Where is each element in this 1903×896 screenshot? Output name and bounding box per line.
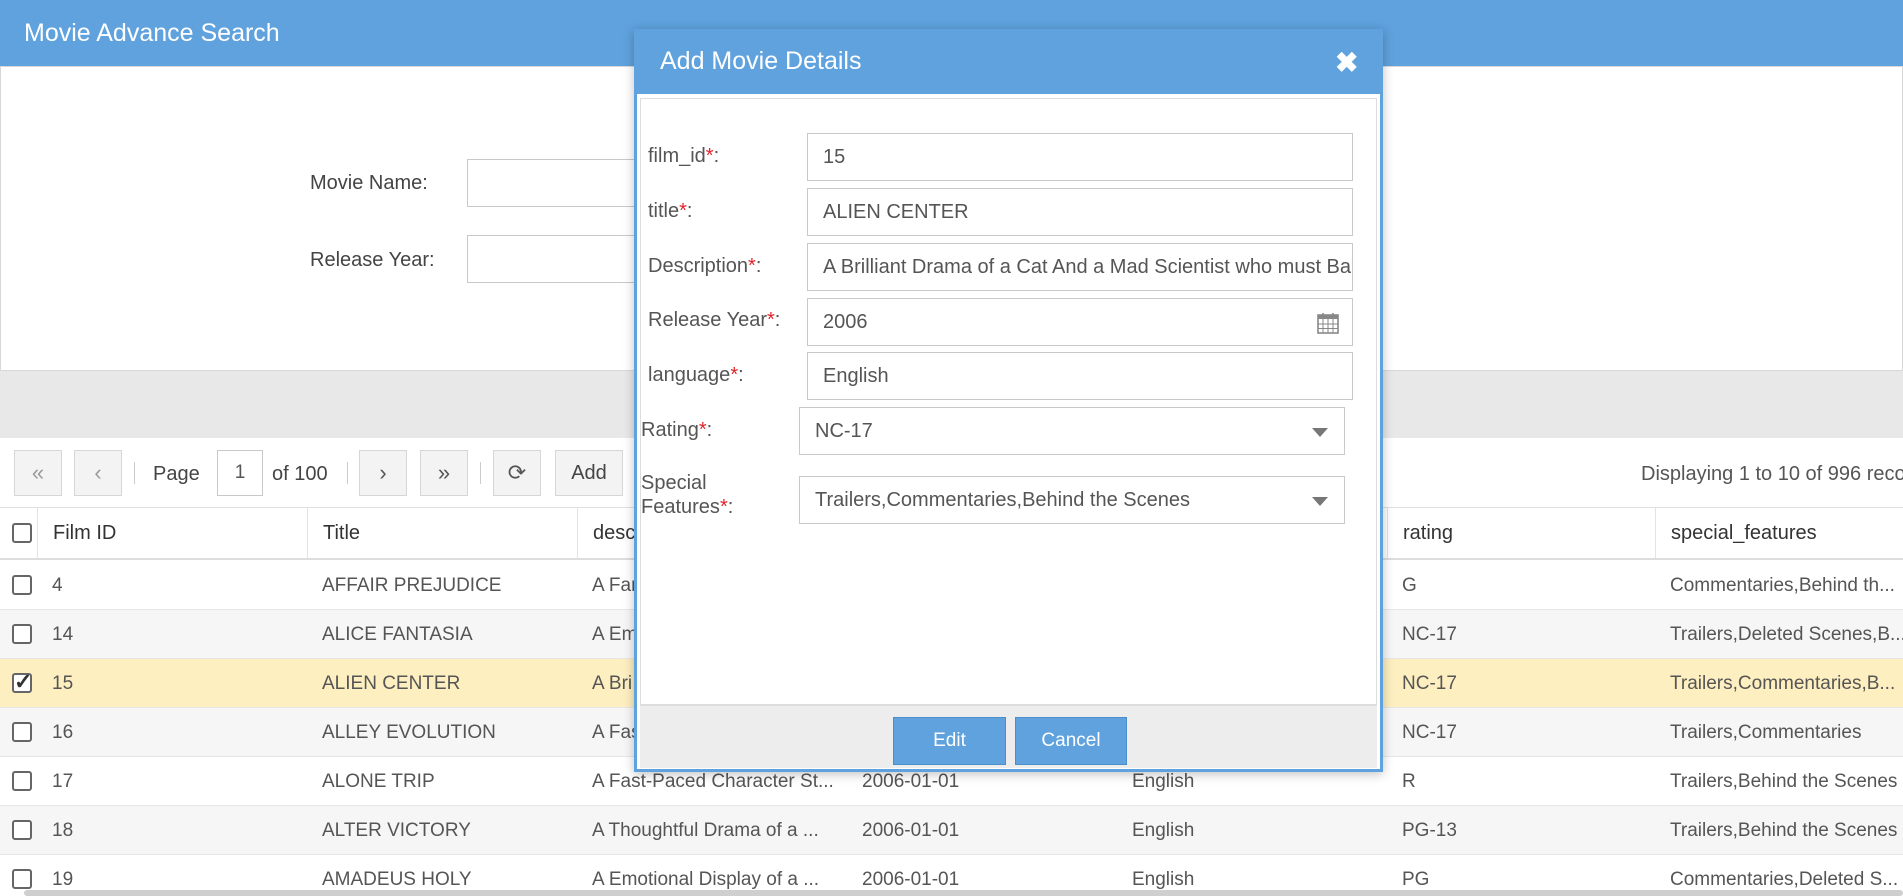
select-all-checkbox[interactable] bbox=[12, 523, 32, 543]
cell-description: A Thoughtful Drama of a ... bbox=[592, 819, 819, 841]
film-id-label: film_id*: bbox=[648, 145, 720, 167]
cell-film-id: 4 bbox=[52, 574, 63, 596]
cell-rating: NC-17 bbox=[1402, 672, 1457, 694]
cell-language: English bbox=[1132, 819, 1195, 841]
dialog-title: Add Movie Details bbox=[660, 47, 862, 75]
cell-title: ALLEY EVOLUTION bbox=[322, 721, 496, 743]
description-input[interactable]: A Brilliant Drama of a Cat And a Mad Sci… bbox=[807, 243, 1353, 291]
prev-page-button[interactable]: ‹ bbox=[74, 450, 122, 496]
page-number-input[interactable] bbox=[217, 450, 263, 496]
app-title: Movie Advance Search bbox=[24, 19, 280, 47]
cell-special-features: Commentaries,Behind th... bbox=[1670, 574, 1895, 596]
display-count: Displaying 1 to 10 of 996 reco bbox=[1641, 463, 1903, 485]
cell-rating: R bbox=[1402, 770, 1416, 792]
release-year-label: Release Year: bbox=[310, 249, 435, 271]
rating-label: Rating*: bbox=[641, 419, 713, 441]
dialog-footer: Edit Cancel bbox=[640, 705, 1377, 768]
cell-special-features: Trailers,Behind the Scenes bbox=[1670, 770, 1898, 792]
cell-film-id: 18 bbox=[52, 819, 74, 841]
toolbar-separator bbox=[134, 462, 135, 484]
movie-name-label: Movie Name: bbox=[310, 172, 428, 194]
column-header-rating[interactable]: rating bbox=[1388, 508, 1656, 558]
dialog-form: film_id*: 15 title*: ALIEN CENTER Descri… bbox=[640, 98, 1377, 705]
add-movie-dialog: Add Movie Details ✖ film_id*: 15 title*:… bbox=[634, 29, 1383, 772]
title-input[interactable]: ALIEN CENTER bbox=[807, 188, 1353, 236]
row-checkbox[interactable] bbox=[12, 771, 32, 791]
cell-film-id: 14 bbox=[52, 623, 74, 645]
chevron-down-icon bbox=[1312, 428, 1328, 437]
row-checkbox[interactable] bbox=[12, 575, 32, 595]
cell-rating: PG-13 bbox=[1402, 819, 1457, 841]
special-features-value: Trailers,Commentaries,Behind the Scenes bbox=[815, 488, 1190, 511]
last-page-icon: » bbox=[437, 460, 451, 485]
cell-special-features: Trailers,Commentaries bbox=[1670, 721, 1862, 743]
special-features-select[interactable]: Trailers,Commentaries,Behind the Scenes bbox=[799, 476, 1345, 524]
language-label: language*: bbox=[648, 364, 744, 386]
refresh-icon: ⟳ bbox=[507, 460, 527, 485]
first-page-icon: « bbox=[31, 460, 45, 485]
cell-special-features: Trailers,Commentaries,B... bbox=[1670, 672, 1896, 694]
column-header-title[interactable]: Title bbox=[308, 508, 578, 558]
cell-title: ALIEN CENTER bbox=[322, 672, 461, 694]
release-year-field[interactable]: 2006 bbox=[807, 298, 1353, 346]
special-features-label: Special Features*: bbox=[641, 472, 734, 518]
dialog-header: Add Movie Details ✖ bbox=[637, 32, 1380, 94]
row-checkbox[interactable] bbox=[12, 669, 32, 695]
toolbar-separator bbox=[480, 462, 481, 484]
next-page-icon: › bbox=[379, 460, 387, 485]
table-row[interactable]: 18 ALTER VICTORY A Thoughtful Drama of a .… bbox=[0, 806, 1903, 855]
release-year-value: 2006 bbox=[823, 310, 868, 333]
calendar-icon[interactable] bbox=[1316, 311, 1340, 335]
cell-rating: NC-17 bbox=[1402, 623, 1457, 645]
horizontal-scrollbar[interactable] bbox=[24, 890, 1903, 896]
toolbar-separator bbox=[347, 462, 348, 484]
release-year-input[interactable] bbox=[467, 235, 647, 283]
cell-rating: G bbox=[1402, 574, 1417, 596]
language-input[interactable]: English bbox=[807, 352, 1353, 400]
select-all-cell bbox=[0, 508, 38, 558]
edit-button[interactable]: Edit bbox=[893, 717, 1006, 765]
close-icon[interactable]: ✖ bbox=[1335, 46, 1358, 79]
cell-release-year: 2006-01-01 bbox=[862, 819, 960, 841]
page-label: Page bbox=[153, 463, 200, 485]
cell-film-id: 17 bbox=[52, 770, 74, 792]
title-label: title*: bbox=[648, 200, 693, 222]
cell-film-id: 16 bbox=[52, 721, 74, 743]
column-header-film-id[interactable]: Film ID bbox=[38, 508, 308, 558]
refresh-button[interactable]: ⟳ bbox=[493, 450, 541, 496]
column-header-special-features[interactable]: special_features bbox=[1656, 508, 1903, 558]
page-count: of 100 bbox=[272, 463, 328, 485]
first-page-button[interactable]: « bbox=[14, 450, 62, 496]
prev-page-icon: ‹ bbox=[94, 460, 102, 485]
add-button[interactable]: Add bbox=[555, 450, 623, 496]
rating-value: NC-17 bbox=[815, 419, 873, 442]
cell-special-features: Trailers,Behind the Scenes bbox=[1670, 819, 1898, 841]
cell-title: AFFAIR PREJUDICE bbox=[322, 574, 502, 596]
description-label: Description*: bbox=[648, 255, 762, 277]
rating-select[interactable]: NC-17 bbox=[799, 407, 1345, 455]
row-checkbox[interactable] bbox=[12, 869, 32, 889]
cell-rating: NC-17 bbox=[1402, 721, 1457, 743]
chevron-down-icon bbox=[1312, 497, 1328, 506]
cell-special-features: Trailers,Deleted Scenes,B... bbox=[1670, 623, 1903, 645]
cell-title: ALICE FANTASIA bbox=[322, 623, 473, 645]
movie-name-input[interactable] bbox=[467, 159, 647, 207]
row-checkbox[interactable] bbox=[12, 820, 32, 840]
cancel-button[interactable]: Cancel bbox=[1015, 717, 1127, 765]
row-checkbox[interactable] bbox=[12, 722, 32, 742]
cell-title: ALTER VICTORY bbox=[322, 819, 471, 841]
next-page-button[interactable]: › bbox=[359, 450, 407, 496]
row-checkbox[interactable] bbox=[12, 624, 32, 644]
cell-film-id: 15 bbox=[52, 672, 74, 694]
film-id-input[interactable]: 15 bbox=[807, 133, 1353, 181]
last-page-button[interactable]: » bbox=[420, 450, 468, 496]
cell-title: ALONE TRIP bbox=[322, 770, 435, 792]
release-year-field-label: Release Year*: bbox=[648, 309, 781, 331]
